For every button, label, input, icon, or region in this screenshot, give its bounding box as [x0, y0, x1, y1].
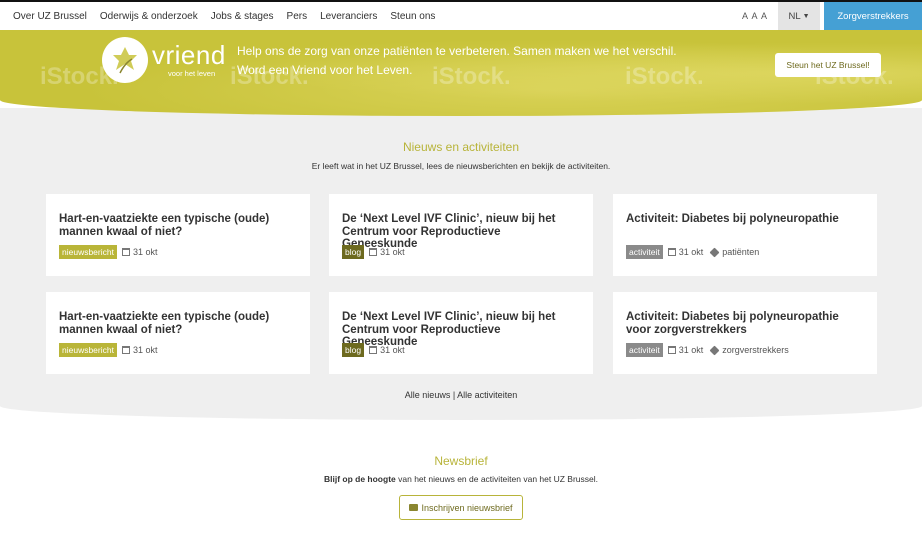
- envelope-icon: [409, 504, 419, 511]
- card-date: 31 okt: [678, 345, 704, 355]
- card-meta: blog 31 okt: [342, 245, 405, 259]
- card-title[interactable]: Activiteit: Diabetes bij polyneuropathie…: [626, 311, 863, 336]
- news-card[interactable]: Hart-en-vaatziekte een typische (oude) m…: [46, 194, 310, 276]
- steun-button[interactable]: Steun het UZ Brussel!: [775, 53, 881, 77]
- tag-icon: [709, 247, 720, 257]
- tag-icon: [709, 345, 720, 355]
- calendar-icon: [121, 248, 130, 256]
- nav-link-over[interactable]: Over UZ Brussel: [13, 11, 87, 22]
- newsletter-subtitle: Blijf op de hoogte van het nieuws en de …: [0, 474, 922, 484]
- calendar-icon: [369, 248, 378, 256]
- logo-subtitle: voor het leven: [168, 69, 216, 78]
- hero-text-line2: Word een Vriend voor het Leven.: [237, 63, 413, 77]
- card-title[interactable]: Activiteit: Diabetes bij polyneuropathie: [626, 213, 863, 226]
- calendar-icon: [667, 346, 676, 354]
- category-badge: nieuwsbericht: [59, 245, 117, 259]
- caret-down-icon: ▼: [802, 12, 810, 20]
- watermark: iStock.: [625, 63, 704, 90]
- nav-right: A A A NL ▼ Zorgverstrekkers: [742, 2, 922, 30]
- newsletter-sub-bold: Blijf op de hoogte: [323, 474, 396, 484]
- card-date: 31 okt: [678, 247, 704, 257]
- card-date: 31 okt: [132, 345, 158, 355]
- card-tag[interactable]: zorgverstrekkers: [722, 345, 789, 355]
- card-date: 31 okt: [380, 247, 405, 257]
- watermark: iStock.: [432, 63, 511, 90]
- calendar-icon: [121, 346, 130, 354]
- all-news-link[interactable]: Alle nieuws: [405, 390, 451, 400]
- category-badge: activiteit: [626, 343, 663, 357]
- news-subtitle: Er leeft wat in het UZ Brussel, lees de …: [311, 161, 611, 171]
- card-date: 31 okt: [380, 345, 405, 355]
- category-badge: blog: [342, 343, 365, 357]
- card-meta: nieuwsbericht 31 okt: [59, 343, 158, 357]
- news-card[interactable]: Hart-en-vaatziekte een typische (oude) m…: [46, 292, 310, 374]
- card-meta: nieuwsbericht 31 okt: [59, 245, 158, 259]
- nav-link-leveranciers[interactable]: Leveranciers: [320, 11, 377, 22]
- nav-links: Over UZ Brussel Oderwijs & onderzoek Job…: [0, 2, 448, 30]
- news-title: Nieuws en activiteiten: [402, 140, 520, 154]
- news-card[interactable]: Activiteit: Diabetes bij polyneuropathie…: [613, 292, 877, 374]
- all-activities-link[interactable]: Alle activiteiten: [457, 390, 517, 400]
- card-meta: activiteit 31 okt patiënten: [626, 245, 759, 259]
- newsletter-title: Newsbrief: [434, 454, 488, 468]
- news-card[interactable]: De ‘Next Level IVF Clinic’, nieuw bij he…: [329, 194, 593, 276]
- card-tag[interactable]: patiënten: [722, 247, 759, 257]
- language-dropdown[interactable]: NL ▼: [778, 2, 820, 30]
- logo-word: vriend: [152, 40, 226, 70]
- nav-link-onderwijs[interactable]: Oderwijs & onderzoek: [100, 11, 198, 22]
- card-meta: blog 31 okt: [342, 343, 405, 357]
- news-card[interactable]: De ‘Next Level IVF Clinic’, nieuw bij he…: [329, 292, 593, 374]
- category-badge: nieuwsbericht: [59, 343, 117, 357]
- subscribe-label: Inschrijven nieuwsbrief: [421, 502, 513, 513]
- font-size-control[interactable]: A A A: [742, 11, 768, 21]
- card-title[interactable]: Hart-en-vaatziekte een typische (oude) m…: [59, 311, 296, 336]
- category-badge: activiteit: [626, 245, 663, 259]
- nav-link-jobs[interactable]: Jobs & stages: [211, 11, 274, 22]
- hero-banner: iStock. iStock. iStock. iStock. iStock. …: [0, 30, 922, 116]
- vriend-logo-icon[interactable]: [102, 37, 148, 83]
- news-card[interactable]: Activiteit: Diabetes bij polyneuropathie…: [613, 194, 877, 276]
- subscribe-newsletter-button[interactable]: Inschrijven nieuwsbrief: [399, 495, 523, 520]
- card-title[interactable]: Hart-en-vaatziekte een typische (oude) m…: [59, 213, 296, 238]
- top-navigation: Over UZ Brussel Oderwijs & onderzoek Job…: [0, 0, 922, 30]
- calendar-icon: [369, 346, 378, 354]
- nav-link-steun[interactable]: Steun ons: [390, 11, 435, 22]
- calendar-icon: [667, 248, 676, 256]
- card-meta: activiteit 31 okt zorgverstrekkers: [626, 343, 789, 357]
- category-badge: blog: [342, 245, 365, 259]
- all-links: Alle nieuws | Alle activiteiten: [0, 390, 922, 400]
- card-date: 31 okt: [132, 247, 158, 257]
- zorgverstrekkers-button[interactable]: Zorgverstrekkers: [824, 2, 922, 30]
- hero-text-line1: Help ons de zorg van onze patiënten te v…: [237, 44, 677, 58]
- newsletter-sub-rest: van het nieuws en de activiteiten van he…: [395, 474, 598, 484]
- language-label: NL: [788, 10, 801, 22]
- nav-link-pers[interactable]: Pers: [287, 11, 308, 22]
